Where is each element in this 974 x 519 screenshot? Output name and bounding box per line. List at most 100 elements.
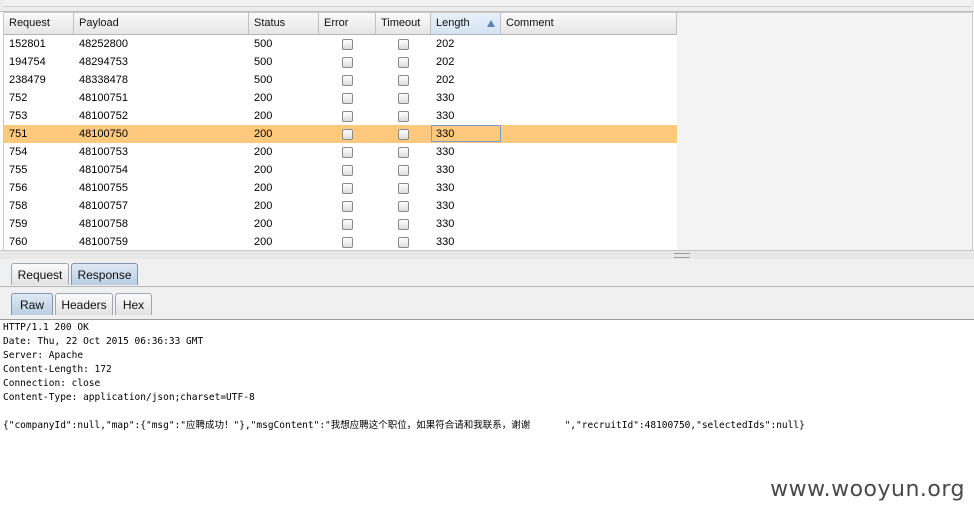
- cell-payload: 48100753: [79, 146, 128, 158]
- timeout-checkbox[interactable]: [398, 75, 409, 86]
- table-row[interactable]: 755 48100754 200 330: [4, 161, 677, 179]
- column-header-timeout[interactable]: Timeout: [376, 13, 431, 34]
- table-row[interactable]: 753 48100752 200 330: [4, 107, 677, 125]
- cell-status: 200: [254, 200, 273, 212]
- error-checkbox[interactable]: [342, 165, 353, 176]
- table-row[interactable]: 152801 48252800 500 202: [4, 35, 677, 53]
- error-checkbox[interactable]: [342, 39, 353, 50]
- tab-raw[interactable]: Raw: [11, 293, 53, 315]
- results-table-panel: Request Payload Status Error Timeout Length Co…: [3, 12, 973, 252]
- column-header-request[interactable]: Request: [4, 13, 74, 34]
- cell-status: 200: [254, 128, 273, 140]
- timeout-checkbox[interactable]: [398, 147, 409, 158]
- divider-grip-icon[interactable]: [674, 253, 690, 258]
- table-row[interactable]: 758 48100757 200 330: [4, 197, 677, 215]
- cell-request: 756: [9, 182, 28, 194]
- error-checkbox[interactable]: [342, 183, 353, 194]
- error-checkbox[interactable]: [342, 219, 353, 230]
- column-header-length[interactable]: Length: [431, 13, 501, 34]
- cell-comment: [501, 215, 677, 233]
- cell-status: 200: [254, 218, 273, 230]
- cell-request: 152801: [9, 38, 46, 50]
- cell-comment: [501, 53, 677, 71]
- cell-request: 760: [9, 236, 28, 248]
- timeout-checkbox[interactable]: [398, 111, 409, 122]
- tab-request[interactable]: Request: [11, 263, 69, 285]
- table-header: Request Payload Status Error Timeout Length Co…: [4, 13, 677, 35]
- response-line: Content-Length: 172: [3, 364, 112, 375]
- column-header-comment[interactable]: Comment: [501, 13, 677, 34]
- table-row[interactable]: 752 48100751 200 330: [4, 89, 677, 107]
- cell-status: 200: [254, 110, 273, 122]
- tab-headers[interactable]: Headers: [55, 293, 113, 315]
- cell-payload: 48100757: [79, 200, 128, 212]
- cell-comment: [501, 89, 677, 107]
- watermark: www.wooyun.org: [770, 477, 965, 502]
- cell-payload: 48294753: [79, 56, 128, 68]
- table-row[interactable]: 238479 48338478 500 202: [4, 71, 677, 89]
- timeout-checkbox[interactable]: [398, 219, 409, 230]
- table-row[interactable]: 194754 48294753 500 202: [4, 53, 677, 71]
- view-mode-tabbar: Raw Headers Hex: [0, 287, 974, 320]
- cell-length: 330: [436, 182, 455, 194]
- table-row[interactable]: 756 48100755 200 330: [4, 179, 677, 197]
- tab-hex[interactable]: Hex: [115, 293, 152, 315]
- cell-length: 330: [436, 146, 455, 158]
- column-header-error[interactable]: Error: [319, 13, 376, 34]
- cell-comment: [501, 143, 677, 161]
- timeout-checkbox[interactable]: [398, 183, 409, 194]
- cell-payload: 48100758: [79, 218, 128, 230]
- cell-comment: [501, 179, 677, 197]
- cell-payload: 48338478: [79, 74, 128, 86]
- cell-length: 330: [436, 164, 455, 176]
- cell-payload: 48100752: [79, 110, 128, 122]
- column-header-status[interactable]: Status: [249, 13, 319, 34]
- cell-length: 202: [436, 38, 455, 50]
- cell-status: 200: [254, 92, 273, 104]
- cell-comment: [501, 161, 677, 179]
- cell-comment: [501, 233, 677, 251]
- cell-status: 200: [254, 182, 273, 194]
- cell-request: 759: [9, 218, 28, 230]
- cell-request: 758: [9, 200, 28, 212]
- table-row[interactable]: 754 48100753 200 330: [4, 143, 677, 161]
- error-checkbox[interactable]: [342, 75, 353, 86]
- top-scrollbar[interactable]: [3, 0, 971, 7]
- timeout-checkbox[interactable]: [398, 201, 409, 212]
- response-line: Server: Apache: [3, 350, 84, 361]
- cell-comment: [501, 107, 677, 125]
- cell-request: 238479: [9, 74, 46, 86]
- focused-cell-outline: [431, 125, 501, 142]
- error-checkbox[interactable]: [342, 93, 353, 104]
- timeout-checkbox[interactable]: [398, 93, 409, 104]
- timeout-checkbox[interactable]: [398, 165, 409, 176]
- error-checkbox[interactable]: [342, 237, 353, 248]
- results-table: Request Payload Status Error Timeout Length Co…: [4, 13, 677, 251]
- cell-status: 200: [254, 146, 273, 158]
- tab-response[interactable]: Response: [71, 263, 138, 285]
- error-checkbox[interactable]: [342, 129, 353, 140]
- column-header-payload[interactable]: Payload: [74, 13, 249, 34]
- cell-payload: 48100755: [79, 182, 128, 194]
- table-row[interactable]: 751 48100750 200 330: [4, 125, 677, 143]
- error-checkbox[interactable]: [342, 147, 353, 158]
- error-checkbox[interactable]: [342, 111, 353, 122]
- table-row[interactable]: 759 48100758 200 330: [4, 215, 677, 233]
- cell-comment: [501, 197, 677, 215]
- request-response-tabbar: Request Response: [0, 259, 974, 287]
- top-toolbar-strip: [0, 0, 974, 12]
- timeout-checkbox[interactable]: [398, 237, 409, 248]
- timeout-checkbox[interactable]: [398, 57, 409, 68]
- timeout-checkbox[interactable]: [398, 39, 409, 50]
- error-checkbox[interactable]: [342, 201, 353, 212]
- table-row[interactable]: 760 48100759 200 330: [4, 233, 677, 251]
- response-line: Date: Thu, 22 Oct 2015 06:36:33 GMT: [3, 336, 204, 347]
- cell-request: 755: [9, 164, 28, 176]
- error-checkbox[interactable]: [342, 57, 353, 68]
- cell-length: 330: [436, 236, 455, 248]
- timeout-checkbox[interactable]: [398, 129, 409, 140]
- cell-request: 752: [9, 92, 28, 104]
- cell-request: 194754: [9, 56, 46, 68]
- cell-length: 330: [436, 110, 455, 122]
- cell-status: 500: [254, 38, 273, 50]
